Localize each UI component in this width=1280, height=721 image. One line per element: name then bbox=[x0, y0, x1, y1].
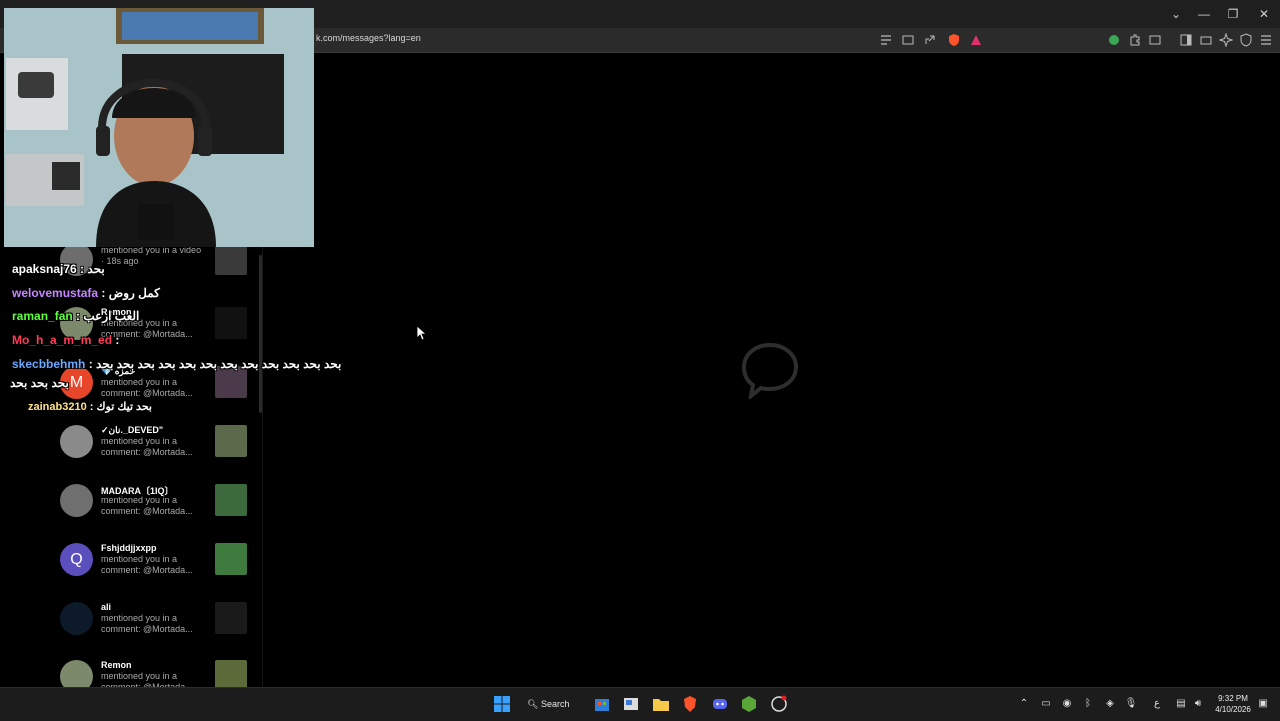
chat-line: apaksnaj76 : بحد bbox=[12, 262, 105, 276]
reader-mode-icon[interactable] bbox=[879, 33, 893, 47]
chat-line: Mo_h_a_m_m_ed : bbox=[12, 333, 119, 347]
taskbar-search-button[interactable]: 🔍︎ Search bbox=[527, 694, 577, 714]
avatar bbox=[60, 660, 93, 687]
windows-start-icon[interactable] bbox=[493, 695, 511, 713]
chat-username: skecbbehmh bbox=[12, 357, 86, 371]
notification-text: mentioned you in a comment: @Mortada... bbox=[101, 613, 193, 634]
video-thumbnail bbox=[215, 484, 247, 516]
chat-message: : بحد تيك توك bbox=[86, 401, 152, 413]
puzzle-icon[interactable] bbox=[1128, 33, 1142, 47]
notification-item[interactable]: ✓نان._DEVED" mentioned you in a comment:… bbox=[60, 425, 250, 469]
chevron-down-icon[interactable]: ⌄ bbox=[1166, 6, 1186, 22]
steam-icon[interactable]: ◉ bbox=[1060, 697, 1074, 711]
language-indicator[interactable]: ع bbox=[1150, 697, 1164, 711]
video-thumbnail bbox=[215, 243, 247, 275]
chevron-up-icon[interactable]: ⌃ bbox=[1017, 697, 1031, 711]
chat-message: : كمل روض bbox=[98, 286, 160, 300]
streamer-webcam-image bbox=[4, 8, 314, 247]
microphone-icon[interactable]: 🎙︎ bbox=[1124, 697, 1138, 711]
chat-line: welovemustafa : كمل روض bbox=[12, 286, 160, 300]
sidebar-icon[interactable] bbox=[1179, 33, 1193, 47]
search-label: Search bbox=[540, 699, 570, 709]
chat-username: zainab3210 bbox=[28, 401, 87, 413]
video-thumbnail bbox=[215, 602, 247, 634]
chat-line: zainab3210 : بحد تيك توك bbox=[28, 400, 152, 413]
avatar bbox=[60, 602, 93, 635]
chat-message: : بحد بحد بحد بحد بحد بحد بحد بحد بحد بح… bbox=[85, 357, 342, 371]
chat-message: : بحد bbox=[76, 262, 105, 276]
mouse-cursor-icon bbox=[416, 325, 428, 341]
microsoft-store-icon[interactable] bbox=[593, 695, 611, 713]
notification-item[interactable]: MADARA〔1IQ〕 mentioned you in a comment: … bbox=[60, 484, 250, 528]
chat-message: : bbox=[112, 333, 120, 347]
obs-icon[interactable] bbox=[770, 695, 788, 713]
volume-icon[interactable]: 🔊︎ bbox=[1191, 697, 1205, 711]
restore-icon[interactable]: ❐ bbox=[1223, 6, 1243, 22]
cast-icon[interactable] bbox=[901, 33, 915, 47]
clock-date: 4/10/2026 bbox=[1215, 705, 1251, 714]
minimize-icon[interactable]: — bbox=[1194, 6, 1214, 22]
webcam-overlay bbox=[4, 8, 314, 247]
vpn-shield-icon[interactable] bbox=[1239, 33, 1253, 47]
notification-user: Remon bbox=[101, 660, 132, 670]
chat-line: skecbbehmh : بحد بحد بحد بحد بحد بحد بحد… bbox=[12, 357, 341, 371]
notification-item[interactable]: Remon mentioned you in a comment: @Morta… bbox=[60, 660, 250, 687]
notification-user: ali bbox=[101, 602, 112, 612]
notification-item[interactable]: ali mentioned you in a comment: @Mortada… bbox=[60, 602, 250, 646]
network-icon[interactable]: ▤ bbox=[1174, 697, 1188, 711]
tray-app-icon[interactable]: ▭ bbox=[1039, 697, 1053, 711]
chat-line: بحد بحد بحد bbox=[10, 376, 69, 390]
notification-user: Fshjddjjxxpp bbox=[101, 543, 157, 553]
video-thumbnail bbox=[215, 543, 247, 575]
avatar: Q bbox=[60, 543, 93, 576]
security-icon[interactable]: ◈ bbox=[1103, 697, 1117, 711]
bluetooth-icon[interactable]: ᛒ bbox=[1081, 697, 1095, 711]
notification-text: mentioned you in a comment: @Mortada... bbox=[101, 436, 193, 457]
chat-username: apaksnaj76 bbox=[12, 262, 77, 276]
chat-bubble-loading-icon bbox=[741, 342, 799, 399]
video-thumbnail bbox=[215, 425, 247, 457]
close-icon[interactable]: ✕ bbox=[1254, 6, 1274, 22]
clock-time: 9:32 PM bbox=[1218, 694, 1248, 703]
notification-text: mentioned you in a comment: @Mortada... bbox=[101, 671, 193, 687]
menu-icon[interactable] bbox=[1259, 33, 1273, 47]
scrollbar[interactable] bbox=[259, 255, 262, 413]
chat-message: بحد بحد بحد bbox=[10, 376, 69, 390]
avatar bbox=[60, 484, 93, 517]
file-explorer-icon[interactable] bbox=[652, 695, 670, 713]
chat-message: : العب ارعب bbox=[72, 309, 140, 323]
brave-browser-icon[interactable] bbox=[681, 695, 699, 713]
taskbar-clock[interactable]: 9:32 PM 4/10/2026 bbox=[1212, 693, 1254, 715]
notification-text: mentioned you in a comment: @Mortada... bbox=[101, 554, 193, 575]
address-bar[interactable]: k.com/messages?lang=en bbox=[316, 33, 421, 43]
tab-icon[interactable] bbox=[1148, 33, 1162, 47]
chat-line: raman_fan : العب ارعب bbox=[12, 309, 139, 323]
brave-rewards-icon[interactable] bbox=[969, 33, 983, 47]
video-thumbnail bbox=[215, 660, 247, 687]
chat-username: raman_fan bbox=[12, 309, 73, 323]
notification-text: mentioned you in a video · 18s ago bbox=[101, 245, 202, 266]
notification-text: mentioned you in a comment: @Mortada... bbox=[101, 495, 193, 516]
video-thumbnail bbox=[215, 307, 247, 339]
chat-username: Mo_h_a_m_m_ed bbox=[12, 333, 113, 347]
wallet-icon[interactable] bbox=[1199, 33, 1213, 47]
discord-icon[interactable] bbox=[711, 695, 729, 713]
leo-ai-icon[interactable] bbox=[1219, 33, 1233, 47]
notification-text: mentioned you in a comment: @Mortada... bbox=[101, 377, 193, 398]
chat-username: welovemustafa bbox=[12, 286, 99, 300]
search-icon: 🔍︎ bbox=[527, 699, 539, 709]
windows-taskbar: 🔍︎ Search ⌃ ▭ ◉ ᛒ ◈ 🎙︎ ع ▤ 🔊︎ 9:32 PM 4/… bbox=[0, 687, 1280, 721]
app-window-icon[interactable] bbox=[622, 695, 640, 713]
minecraft-launcher-icon[interactable] bbox=[740, 695, 758, 713]
extension-icon[interactable] bbox=[1107, 33, 1121, 47]
share-icon[interactable] bbox=[923, 33, 937, 47]
brave-shields-icon[interactable] bbox=[947, 33, 961, 47]
notification-center-icon[interactable]: ▣ bbox=[1256, 697, 1270, 711]
avatar bbox=[60, 425, 93, 458]
notification-user: ✓نان._DEVED" bbox=[101, 425, 164, 435]
notification-item[interactable]: Q Fshjddjjxxpp mentioned you in a commen… bbox=[60, 543, 250, 587]
